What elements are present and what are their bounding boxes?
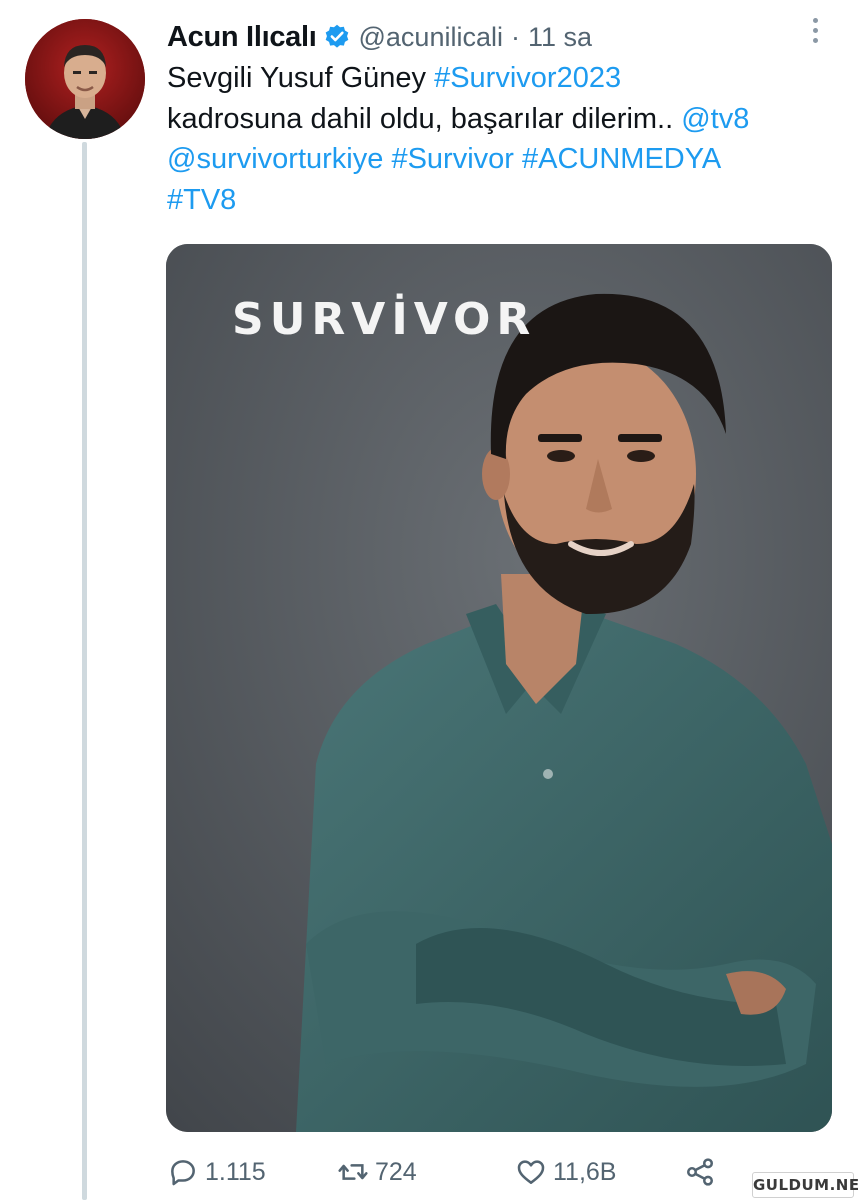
author-display-name[interactable]: Acun Ilıcalı (167, 21, 317, 54)
tweet-line-1: Sevgili Yusuf Güney #Survivor2023 (167, 58, 827, 99)
reply-button[interactable]: 1.115 (167, 1152, 266, 1192)
media-photo-illustration (166, 244, 832, 1132)
author-handle[interactable]: @acunilicali (359, 22, 503, 53)
hashtag-link[interactable]: #TV8 (167, 184, 236, 216)
hashtag-link[interactable]: #ACUNMEDYA (522, 143, 721, 175)
thread-connector-line (82, 142, 87, 1200)
survivor-logo: SURVİVOR (232, 294, 537, 345)
reply-icon (171, 1160, 195, 1186)
author-avatar[interactable] (25, 19, 145, 139)
tweet-timestamp[interactable]: 11 sa (528, 22, 592, 53)
tweet-text-segment: Sevgili Yusuf Güney (167, 62, 435, 94)
like-button[interactable]: 11,6B (515, 1152, 616, 1192)
mention-link[interactable]: @tv8 (681, 103, 749, 135)
tweet-line-3: @survivorturkiye #Survivor #ACUNMEDYA (167, 139, 827, 180)
verified-badge-icon (323, 23, 351, 51)
retweet-count: 724 (375, 1157, 417, 1186)
share-button[interactable] (684, 1152, 722, 1192)
tweet-header: Acun Ilıcalı @acunilicali · 11 sa (167, 16, 592, 58)
share-icon (687, 1158, 713, 1186)
tweet-line-2: kadrosuna dahil oldu, başarılar dilerim.… (167, 99, 827, 140)
more-options-icon[interactable] (806, 18, 824, 48)
tweet-text-segment: kadrosuna dahil oldu, başarılar dilerim.… (167, 102, 682, 135)
hashtag-link[interactable]: #Survivor (391, 143, 514, 175)
tweet-line-4: #TV8 (167, 180, 827, 221)
header-separator: · (510, 21, 520, 52)
reply-count: 1.115 (205, 1157, 266, 1186)
site-watermark: GULDUM.NET (752, 1172, 858, 1198)
retweet-icon (338, 1164, 368, 1180)
heart-icon (517, 1160, 545, 1184)
retweet-button[interactable]: 724 (337, 1152, 417, 1192)
mention-link[interactable]: @survivorturkiye (167, 143, 383, 175)
tweet-actions-bar: 1.115 724 11,6B (167, 1152, 727, 1192)
like-count: 11,6B (553, 1157, 617, 1186)
tweet-text: Sevgili Yusuf Güney #Survivor2023 kadros… (167, 58, 827, 220)
tweet-media-image[interactable]: SURVİVOR (166, 244, 832, 1132)
hashtag-link[interactable]: #Survivor2023 (434, 62, 621, 94)
